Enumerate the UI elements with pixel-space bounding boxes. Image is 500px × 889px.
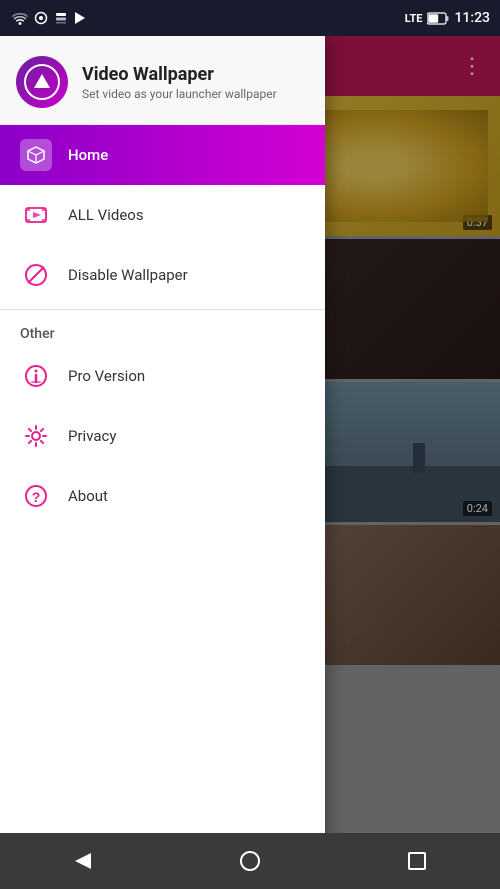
svg-text:?: ?: [32, 489, 41, 505]
main-content: ⋮ 0:30 0:37 0:30 1:48 0:24: [0, 36, 500, 889]
nav-item-pro-version[interactable]: Pro Version: [0, 346, 325, 406]
status-bar: LTE 11:23: [0, 0, 500, 36]
app-subtitle: Set video as your launcher wallpaper: [82, 87, 277, 101]
disable-wallpaper-nav-icon: [20, 259, 52, 291]
cube-icon: [26, 145, 46, 165]
no-icon: [22, 261, 50, 289]
section-divider: [0, 309, 325, 310]
home-nav-label: Home: [68, 146, 108, 164]
privacy-nav-icon: [20, 420, 52, 452]
bottom-nav-bar: [0, 833, 500, 889]
nav-item-home[interactable]: Home: [0, 125, 325, 185]
back-button[interactable]: [63, 841, 103, 881]
all-videos-nav-icon: [20, 199, 52, 231]
home-circle-icon: [239, 850, 261, 872]
home-nav-icon: [20, 139, 52, 171]
recents-square-icon: [407, 851, 427, 871]
all-videos-nav-label: ALL Videos: [68, 206, 144, 224]
drawer-scrim[interactable]: [325, 36, 500, 889]
privacy-nav-label: Privacy: [68, 427, 116, 445]
film-icon: [22, 201, 50, 229]
nav-item-about[interactable]: ? About: [0, 466, 325, 526]
nav-item-privacy[interactable]: Privacy: [0, 406, 325, 466]
app-logo: [16, 56, 68, 108]
status-bar-right: LTE 11:23: [405, 10, 490, 26]
logo-inner: [24, 64, 60, 100]
recents-button[interactable]: [397, 841, 437, 881]
about-nav-icon: ?: [20, 480, 52, 512]
help-icon: ?: [22, 482, 50, 510]
drawer-header: Video Wallpaper Set video as your launch…: [0, 36, 325, 125]
nav-item-disable-wallpaper[interactable]: Disable Wallpaper: [0, 245, 325, 305]
wifi-icon: [12, 11, 28, 25]
navigation-drawer: Video Wallpaper Set video as your launch…: [0, 36, 325, 889]
logo-triangle-icon: [34, 74, 50, 88]
status-time: 11:23: [454, 10, 490, 26]
other-section-title: Other: [0, 314, 325, 346]
pro-version-nav-label: Pro Version: [68, 367, 145, 385]
pro-version-nav-icon: [20, 360, 52, 392]
storage-icon: [54, 11, 68, 25]
back-arrow-icon: [71, 849, 95, 873]
disable-wallpaper-nav-label: Disable Wallpaper: [68, 266, 188, 284]
status-bar-left: [12, 11, 86, 25]
drawer-navigation: Home ALL Videos: [0, 125, 325, 889]
battery-icon: [427, 12, 449, 25]
app-title: Video Wallpaper: [82, 64, 277, 85]
lte-label: LTE: [405, 12, 423, 25]
gear-icon: [22, 422, 50, 450]
ring-icon: [34, 11, 48, 25]
nav-item-all-videos[interactable]: ALL Videos: [0, 185, 325, 245]
about-nav-label: About: [68, 487, 108, 505]
play-store-icon: [74, 11, 86, 25]
app-info: Video Wallpaper Set video as your launch…: [82, 64, 277, 101]
home-icon-box: [20, 139, 52, 171]
home-button[interactable]: [230, 841, 270, 881]
pro-icon: [22, 362, 50, 390]
